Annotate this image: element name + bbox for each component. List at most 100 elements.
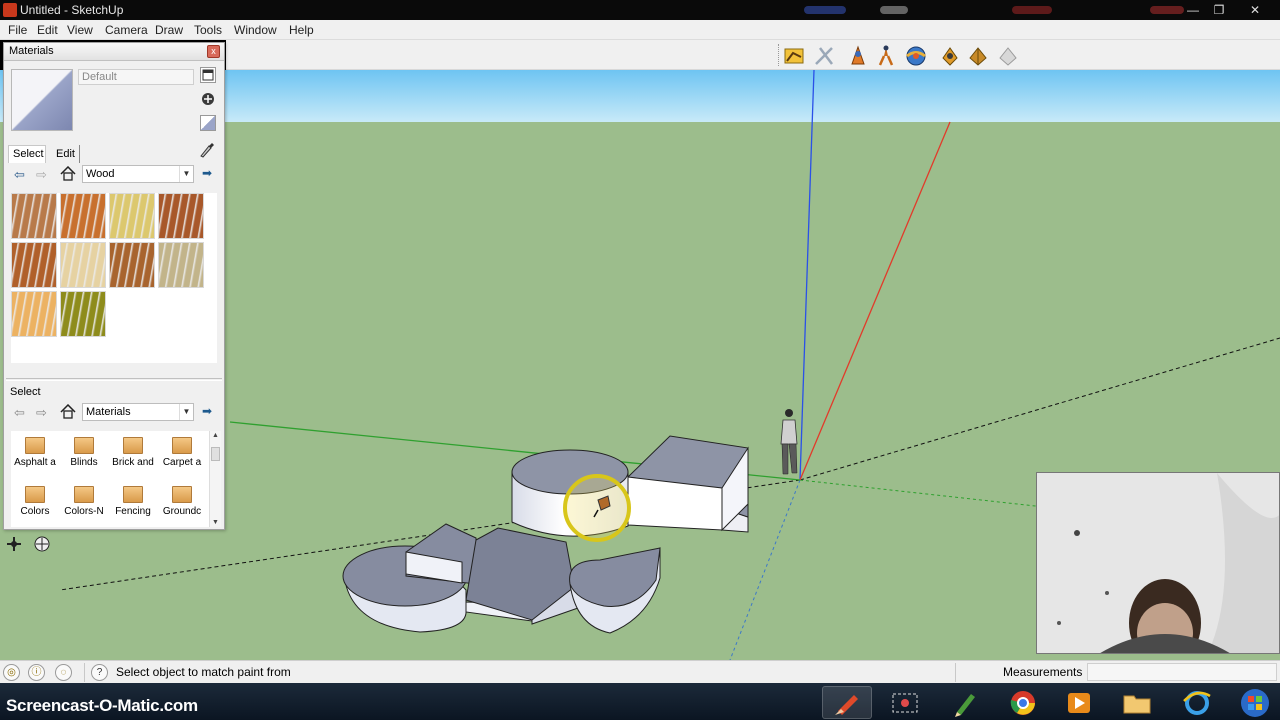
position-camera-icon[interactable] [874, 44, 898, 68]
folder-icon [74, 486, 94, 503]
materials-panel: Materials x Default Select Edit ⇦ ⇨ Wood… [3, 42, 225, 530]
zoom-extents-icon[interactable] [34, 536, 50, 552]
help-icon[interactable]: ? [91, 664, 108, 681]
library-item[interactable]: Colors-N [60, 480, 108, 526]
material-swatch[interactable] [60, 193, 106, 239]
taskbar: Screencast-O-Matic.com [0, 683, 1280, 720]
geo-location-icon[interactable]: ◎ [3, 664, 20, 681]
explorer-icon[interactable] [1112, 686, 1162, 719]
home-icon[interactable] [60, 165, 76, 181]
measurements-input[interactable] [1087, 663, 1277, 681]
back-arrow-icon[interactable]: ⇦ [14, 405, 25, 421]
create-material-icon[interactable] [200, 91, 216, 107]
menu-help[interactable]: Help [289, 23, 314, 37]
library-item[interactable]: Blinds [60, 431, 108, 477]
material-swatch[interactable] [11, 291, 57, 337]
viewport-tools [2, 535, 58, 553]
sandbox-icon[interactable] [996, 44, 1020, 68]
maximize-button[interactable]: ❐ [1206, 1, 1232, 19]
walk-icon[interactable] [812, 44, 836, 68]
default-material-icon[interactable] [200, 115, 216, 131]
menu-window[interactable]: Window [234, 23, 277, 37]
library-item[interactable]: Fencing [109, 480, 157, 526]
library-item[interactable]: Groundc [158, 480, 206, 526]
close-window-button[interactable]: ✕ [1242, 1, 1268, 19]
folder-icon [123, 486, 143, 503]
status-bar: ◎ ⓘ ◌ ? Select object to match paint fro… [0, 660, 1280, 683]
section-plane-icon[interactable] [846, 44, 870, 68]
material-swatch[interactable] [158, 242, 204, 288]
material-swatch[interactable] [109, 242, 155, 288]
menu-bar: File Edit View Camera Draw Tools Window … [0, 20, 1280, 40]
notepad-icon[interactable] [940, 686, 990, 719]
material-swatch[interactable] [158, 193, 204, 239]
material-swatch-grid [11, 193, 217, 363]
material-swatch[interactable] [60, 291, 106, 337]
library-item[interactable]: Colors [11, 480, 59, 526]
status-hint: Select object to match paint from [116, 665, 291, 679]
sample-paint-icon[interactable] [198, 140, 214, 158]
collection-nav: ⇦ ⇨ Wood ▼ ➡ [12, 165, 217, 183]
details-arrow-icon[interactable]: ➡ [202, 404, 216, 418]
ie-icon[interactable] [1172, 686, 1222, 719]
material-swatch[interactable] [11, 242, 57, 288]
menu-draw[interactable]: Draw [155, 23, 183, 37]
details-arrow-icon[interactable]: ➡ [202, 166, 216, 180]
screencast-watermark: Screencast-O-Matic.com [6, 696, 198, 715]
secondary-collection-dropdown[interactable]: Materials ▼ [82, 403, 194, 421]
library-list: Asphalt a Blinds Brick and Carpet a Colo… [11, 431, 209, 527]
menu-tools[interactable]: Tools [194, 23, 222, 37]
sketchup-app-icon [3, 3, 17, 17]
media-player-icon[interactable] [1054, 686, 1104, 719]
materials-close-button[interactable]: x [207, 45, 220, 58]
home-icon[interactable] [60, 403, 76, 419]
collection-dropdown[interactable]: Wood ▼ [82, 165, 194, 183]
library-item[interactable]: Carpet a [158, 431, 206, 477]
library-item[interactable]: Asphalt a [11, 431, 59, 477]
material-swatch[interactable] [60, 242, 106, 288]
materials-panel-header[interactable]: Materials x [4, 43, 224, 61]
paint-bucket-cursor [563, 474, 631, 542]
pane-divider[interactable] [6, 378, 222, 381]
materials-panel-title: Materials [9, 45, 54, 57]
dynamic-component-icon[interactable] [966, 44, 990, 68]
blurred-tray-region [880, 6, 908, 14]
pan-icon[interactable] [7, 537, 21, 551]
styles-icon[interactable] [782, 44, 806, 68]
material-swatch[interactable] [109, 193, 155, 239]
windows-logo-icon[interactable] [1230, 686, 1280, 719]
material-name-field[interactable]: Default [78, 69, 194, 85]
back-arrow-icon[interactable]: ⇦ [14, 167, 25, 183]
forward-arrow-icon[interactable]: ⇨ [36, 167, 47, 183]
component-icon[interactable] [938, 44, 962, 68]
menu-view[interactable]: View [67, 23, 93, 37]
snipping-tool-icon[interactable] [880, 686, 930, 719]
tab-edit[interactable]: Edit [52, 145, 80, 163]
folder-icon [172, 486, 192, 503]
forward-arrow-icon[interactable]: ⇨ [36, 405, 47, 421]
credits-icon[interactable]: ⓘ [28, 664, 45, 681]
material-swatch[interactable] [11, 193, 57, 239]
menu-camera[interactable]: Camera [105, 23, 148, 37]
secondary-collection-nav: ⇦ ⇨ Materials ▼ ➡ [12, 403, 217, 421]
user-icon[interactable]: ◌ [55, 664, 72, 681]
display-secondary-pane-icon[interactable] [200, 67, 216, 83]
menu-edit[interactable]: Edit [37, 23, 58, 37]
minimize-button[interactable]: — [1180, 1, 1206, 19]
tab-select[interactable]: Select [8, 145, 46, 163]
collection-value: Wood [86, 168, 115, 180]
window-title: Untitled - SketchUp [20, 3, 124, 17]
folder-icon [25, 486, 45, 503]
measurements-label: Measurements [1003, 665, 1083, 679]
orbit-icon[interactable] [904, 44, 928, 68]
sketchup-icon[interactable] [822, 686, 872, 719]
blurred-tray-region [804, 6, 846, 14]
title-bar: Untitled - SketchUp — ❐ ✕ [0, 0, 1280, 20]
library-item[interactable]: Brick and [109, 431, 157, 477]
chrome-icon[interactable] [998, 686, 1048, 719]
toolbar-grip[interactable] [778, 44, 781, 66]
menu-file[interactable]: File [8, 23, 27, 37]
folder-icon [123, 437, 143, 454]
library-scrollbar[interactable]: ▲ ▼ [209, 431, 221, 527]
webcam-overlay [1036, 472, 1280, 654]
